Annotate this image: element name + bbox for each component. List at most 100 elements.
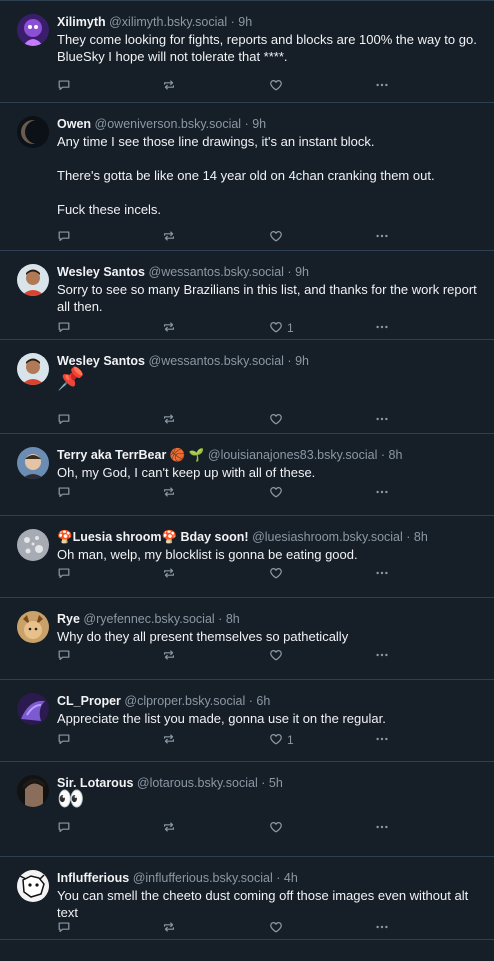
reply-button[interactable]	[57, 566, 71, 582]
reply-button[interactable]	[57, 920, 71, 936]
post-text: They come looking for fights, reports an…	[57, 32, 477, 64]
post-timestamp[interactable]: 9h	[295, 265, 309, 279]
more-dots-icon	[375, 229, 389, 246]
author-handle[interactable]: @luesiashroom.bsky.social	[252, 530, 403, 544]
author-name[interactable]: 🍄Luesia shroom🍄 Bday soon!	[57, 530, 249, 544]
author-name[interactable]: Wesley Santos	[57, 265, 145, 279]
more-options-button[interactable]	[375, 229, 389, 245]
author-handle[interactable]: @ryefennec.bsky.social	[83, 612, 214, 626]
like-button[interactable]	[269, 920, 287, 936]
reply-button[interactable]	[57, 78, 71, 94]
more-options-button[interactable]	[375, 320, 389, 336]
post-timestamp[interactable]: 5h	[269, 776, 283, 790]
repost-icon	[162, 566, 176, 583]
author-handle[interactable]: @wessantos.bsky.social	[149, 354, 284, 368]
post-timestamp[interactable]: 8h	[226, 612, 240, 626]
post-item[interactable]: 🍄Luesia shroom🍄 Bday soon! @luesiashroom…	[0, 516, 494, 598]
post-item[interactable]: Xilimyth @xilimyth.bsky.social · 9h They…	[0, 0, 494, 103]
author-handle[interactable]: @oweniverson.bsky.social	[95, 117, 242, 131]
avatar[interactable]	[17, 264, 49, 296]
repost-icon	[162, 485, 176, 502]
repost-button[interactable]	[162, 412, 176, 428]
reply-icon	[57, 78, 71, 95]
repost-button[interactable]	[162, 229, 176, 245]
like-count: 1	[287, 733, 294, 747]
repost-button[interactable]	[162, 485, 176, 501]
reply-button[interactable]	[57, 229, 71, 245]
post-timestamp[interactable]: 9h	[295, 354, 309, 368]
repost-icon	[162, 412, 176, 429]
post-item[interactable]: Rye @ryefennec.bsky.social · 8h Why do t…	[0, 598, 494, 680]
post-timestamp[interactable]: 8h	[414, 530, 428, 544]
repost-button[interactable]	[162, 732, 176, 748]
more-options-button[interactable]	[375, 920, 389, 936]
separator-dot: ·	[287, 265, 292, 279]
repost-button[interactable]	[162, 566, 176, 582]
avatar[interactable]	[17, 447, 49, 479]
author-name[interactable]: Owen	[57, 117, 91, 131]
author-handle[interactable]: @louisianajones83.bsky.social	[208, 448, 378, 462]
avatar[interactable]	[17, 353, 49, 385]
avatar[interactable]	[17, 693, 49, 725]
post-timestamp[interactable]: 9h	[238, 15, 252, 29]
like-button[interactable]	[269, 485, 287, 501]
more-options-button[interactable]	[375, 485, 389, 501]
post-item[interactable]: Wesley Santos @wessantos.bsky.social · 9…	[0, 340, 494, 434]
post-item[interactable]: Influfferious @influfferious.bsky.social…	[0, 857, 494, 940]
like-button[interactable]	[269, 412, 287, 428]
post-item[interactable]: Wesley Santos @wessantos.bsky.social · 9…	[0, 251, 494, 340]
author-handle[interactable]: @clproper.bsky.social	[124, 694, 245, 708]
repost-button[interactable]	[162, 78, 176, 94]
author-handle[interactable]: @lotarous.bsky.social	[137, 776, 258, 790]
more-dots-icon	[375, 320, 389, 337]
avatar[interactable]	[17, 116, 49, 148]
reply-button[interactable]	[57, 485, 71, 501]
author-name[interactable]: Influfferious	[57, 871, 129, 885]
like-button[interactable]	[269, 78, 287, 94]
post-item[interactable]: CL_Proper @clproper.bsky.social · 6h App…	[0, 680, 494, 762]
avatar[interactable]	[17, 529, 49, 561]
repost-button[interactable]	[162, 820, 176, 836]
avatar[interactable]	[17, 775, 49, 807]
author-name[interactable]: CL_Proper	[57, 694, 121, 708]
post-timestamp[interactable]: 6h	[256, 694, 270, 708]
more-options-button[interactable]	[375, 566, 389, 582]
repost-button[interactable]	[162, 648, 176, 664]
author-name[interactable]: Rye	[57, 612, 80, 626]
more-options-button[interactable]	[375, 732, 389, 748]
author-handle[interactable]: @influfferious.bsky.social	[133, 871, 273, 885]
like-button[interactable]	[269, 648, 287, 664]
post-timestamp[interactable]: 9h	[252, 117, 266, 131]
more-options-button[interactable]	[375, 820, 389, 836]
like-button[interactable]	[269, 820, 287, 836]
like-button[interactable]	[269, 229, 287, 245]
reply-button[interactable]	[57, 732, 71, 748]
post-header: Wesley Santos @wessantos.bsky.social · 9…	[57, 353, 309, 369]
author-name[interactable]: Terry aka TerrBear 🏀 🌱	[57, 448, 204, 462]
more-options-button[interactable]	[375, 78, 389, 94]
reply-button[interactable]	[57, 648, 71, 664]
author-handle[interactable]: @xilimyth.bsky.social	[109, 15, 227, 29]
reply-button[interactable]	[57, 412, 71, 428]
post-timestamp[interactable]: 8h	[389, 448, 403, 462]
heart-icon	[269, 920, 283, 937]
reply-button[interactable]	[57, 820, 71, 836]
post-item[interactable]: Owen @oweniverson.bsky.social · 9h Any t…	[0, 103, 494, 251]
like-button[interactable]: 1	[269, 732, 294, 748]
avatar[interactable]	[17, 14, 49, 46]
post-item[interactable]: Sir. Lotarous @lotarous.bsky.social · 5h…	[0, 762, 494, 857]
avatar[interactable]	[17, 870, 49, 902]
avatar[interactable]	[17, 611, 49, 643]
more-options-button[interactable]	[375, 648, 389, 664]
like-button[interactable]: 1	[269, 320, 294, 336]
post-item[interactable]: Terry aka TerrBear 🏀 🌱 @louisianajones83…	[0, 434, 494, 516]
more-options-button[interactable]	[375, 412, 389, 428]
author-name[interactable]: Xilimyth	[57, 15, 106, 29]
post-timestamp[interactable]: 4h	[284, 871, 298, 885]
post-text: 📌	[57, 366, 85, 391]
repost-button[interactable]	[162, 320, 176, 336]
author-handle[interactable]: @wessantos.bsky.social	[149, 265, 284, 279]
like-button[interactable]	[269, 566, 287, 582]
reply-button[interactable]	[57, 320, 71, 336]
repost-button[interactable]	[162, 920, 176, 936]
